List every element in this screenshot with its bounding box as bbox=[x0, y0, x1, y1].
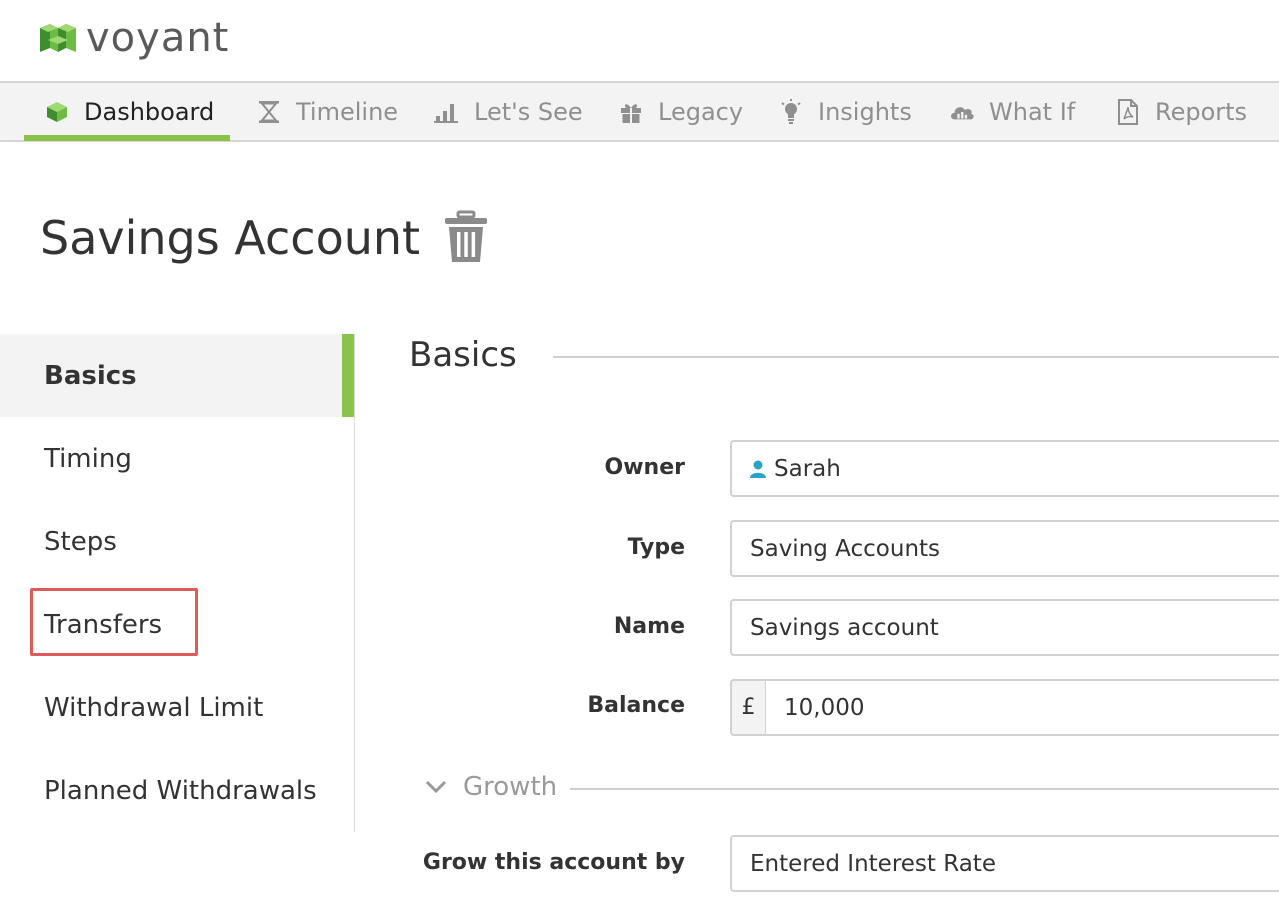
owner-select[interactable]: Sarah bbox=[730, 440, 1279, 497]
owner-value: Sarah bbox=[774, 455, 841, 482]
tab-legacy[interactable]: Legacy bbox=[618, 83, 743, 140]
tab-lets-see[interactable]: Let's See bbox=[434, 83, 583, 140]
chevron-down-icon bbox=[425, 780, 447, 794]
trash-icon[interactable] bbox=[443, 210, 489, 268]
name-value: Savings account bbox=[750, 614, 939, 641]
side-item-label: Basics bbox=[44, 360, 137, 391]
side-item-label: Timing bbox=[44, 443, 132, 474]
bar-chart-icon bbox=[434, 99, 460, 125]
voyant-cube-icon bbox=[40, 24, 76, 52]
hourglass-icon bbox=[256, 99, 282, 125]
owner-label: Owner bbox=[604, 455, 685, 480]
lightbulb-icon bbox=[778, 98, 804, 125]
grow-by-label: Grow this account by bbox=[422, 850, 685, 875]
side-item-steps[interactable]: Steps bbox=[0, 500, 355, 583]
voyant-logo[interactable]: voyant bbox=[38, 14, 229, 62]
tab-timeline[interactable]: Timeline bbox=[256, 83, 398, 140]
balance-input[interactable]: 10,000 bbox=[765, 679, 1279, 736]
side-item-withdrawal-limit[interactable]: Withdrawal Limit bbox=[0, 666, 355, 749]
grow-by-value: Entered Interest Rate bbox=[750, 850, 996, 877]
side-item-basics[interactable]: Basics bbox=[0, 334, 354, 417]
name-label: Name bbox=[613, 614, 685, 639]
name-input[interactable]: Savings account bbox=[730, 599, 1279, 656]
tab-label: Insights bbox=[818, 97, 912, 126]
side-item-label: Planned Withdrawals bbox=[44, 775, 317, 806]
tab-label: What If bbox=[989, 97, 1076, 126]
pdf-file-icon bbox=[1115, 98, 1141, 125]
type-label: Type bbox=[627, 535, 685, 560]
page-title: Savings Account bbox=[40, 211, 421, 265]
cube-icon bbox=[44, 99, 70, 125]
type-select[interactable]: Saving Accounts bbox=[730, 520, 1279, 577]
user-icon bbox=[750, 460, 766, 478]
tab-label: Timeline bbox=[296, 97, 399, 126]
currency-prefix: £ bbox=[730, 679, 766, 736]
tab-dashboard[interactable]: Dashboard bbox=[24, 83, 230, 141]
side-item-label: Transfers bbox=[44, 609, 163, 640]
main-nav: Dashboard Timeline Let's See Legacy Insi… bbox=[0, 81, 1279, 142]
side-item-planned-withdrawals[interactable]: Planned Withdrawals bbox=[0, 749, 355, 832]
grow-by-select[interactable]: Entered Interest Rate bbox=[730, 835, 1279, 892]
tab-insights[interactable]: Insights bbox=[778, 83, 912, 140]
section-side-menu: Basics Timing Steps Transfers Withdrawal… bbox=[0, 334, 355, 832]
side-item-label: Steps bbox=[44, 526, 117, 557]
gift-icon bbox=[618, 99, 644, 125]
tab-reports[interactable]: Reports bbox=[1115, 83, 1247, 140]
growth-toggle[interactable]: Growth bbox=[425, 772, 557, 802]
tab-label: Legacy bbox=[658, 97, 744, 126]
tab-label: Let's See bbox=[474, 97, 583, 126]
section-divider bbox=[553, 356, 1279, 358]
section-title: Basics bbox=[409, 335, 517, 375]
app-header: voyant bbox=[0, 0, 1279, 82]
growth-label: Growth bbox=[463, 772, 558, 802]
side-item-timing[interactable]: Timing bbox=[0, 417, 355, 500]
side-item-label: Withdrawal Limit bbox=[44, 692, 264, 723]
growth-divider bbox=[570, 788, 1279, 790]
balance-value: 10,000 bbox=[784, 694, 865, 721]
type-value: Saving Accounts bbox=[750, 535, 941, 562]
tab-what-if[interactable]: What If bbox=[949, 83, 1075, 140]
cloud-chart-icon bbox=[949, 99, 975, 125]
logo-text: voyant bbox=[86, 15, 230, 61]
tab-label: Reports bbox=[1155, 97, 1248, 126]
tab-label: Dashboard bbox=[84, 97, 215, 126]
side-item-transfers[interactable]: Transfers bbox=[0, 583, 355, 666]
balance-label: Balance bbox=[587, 693, 685, 718]
